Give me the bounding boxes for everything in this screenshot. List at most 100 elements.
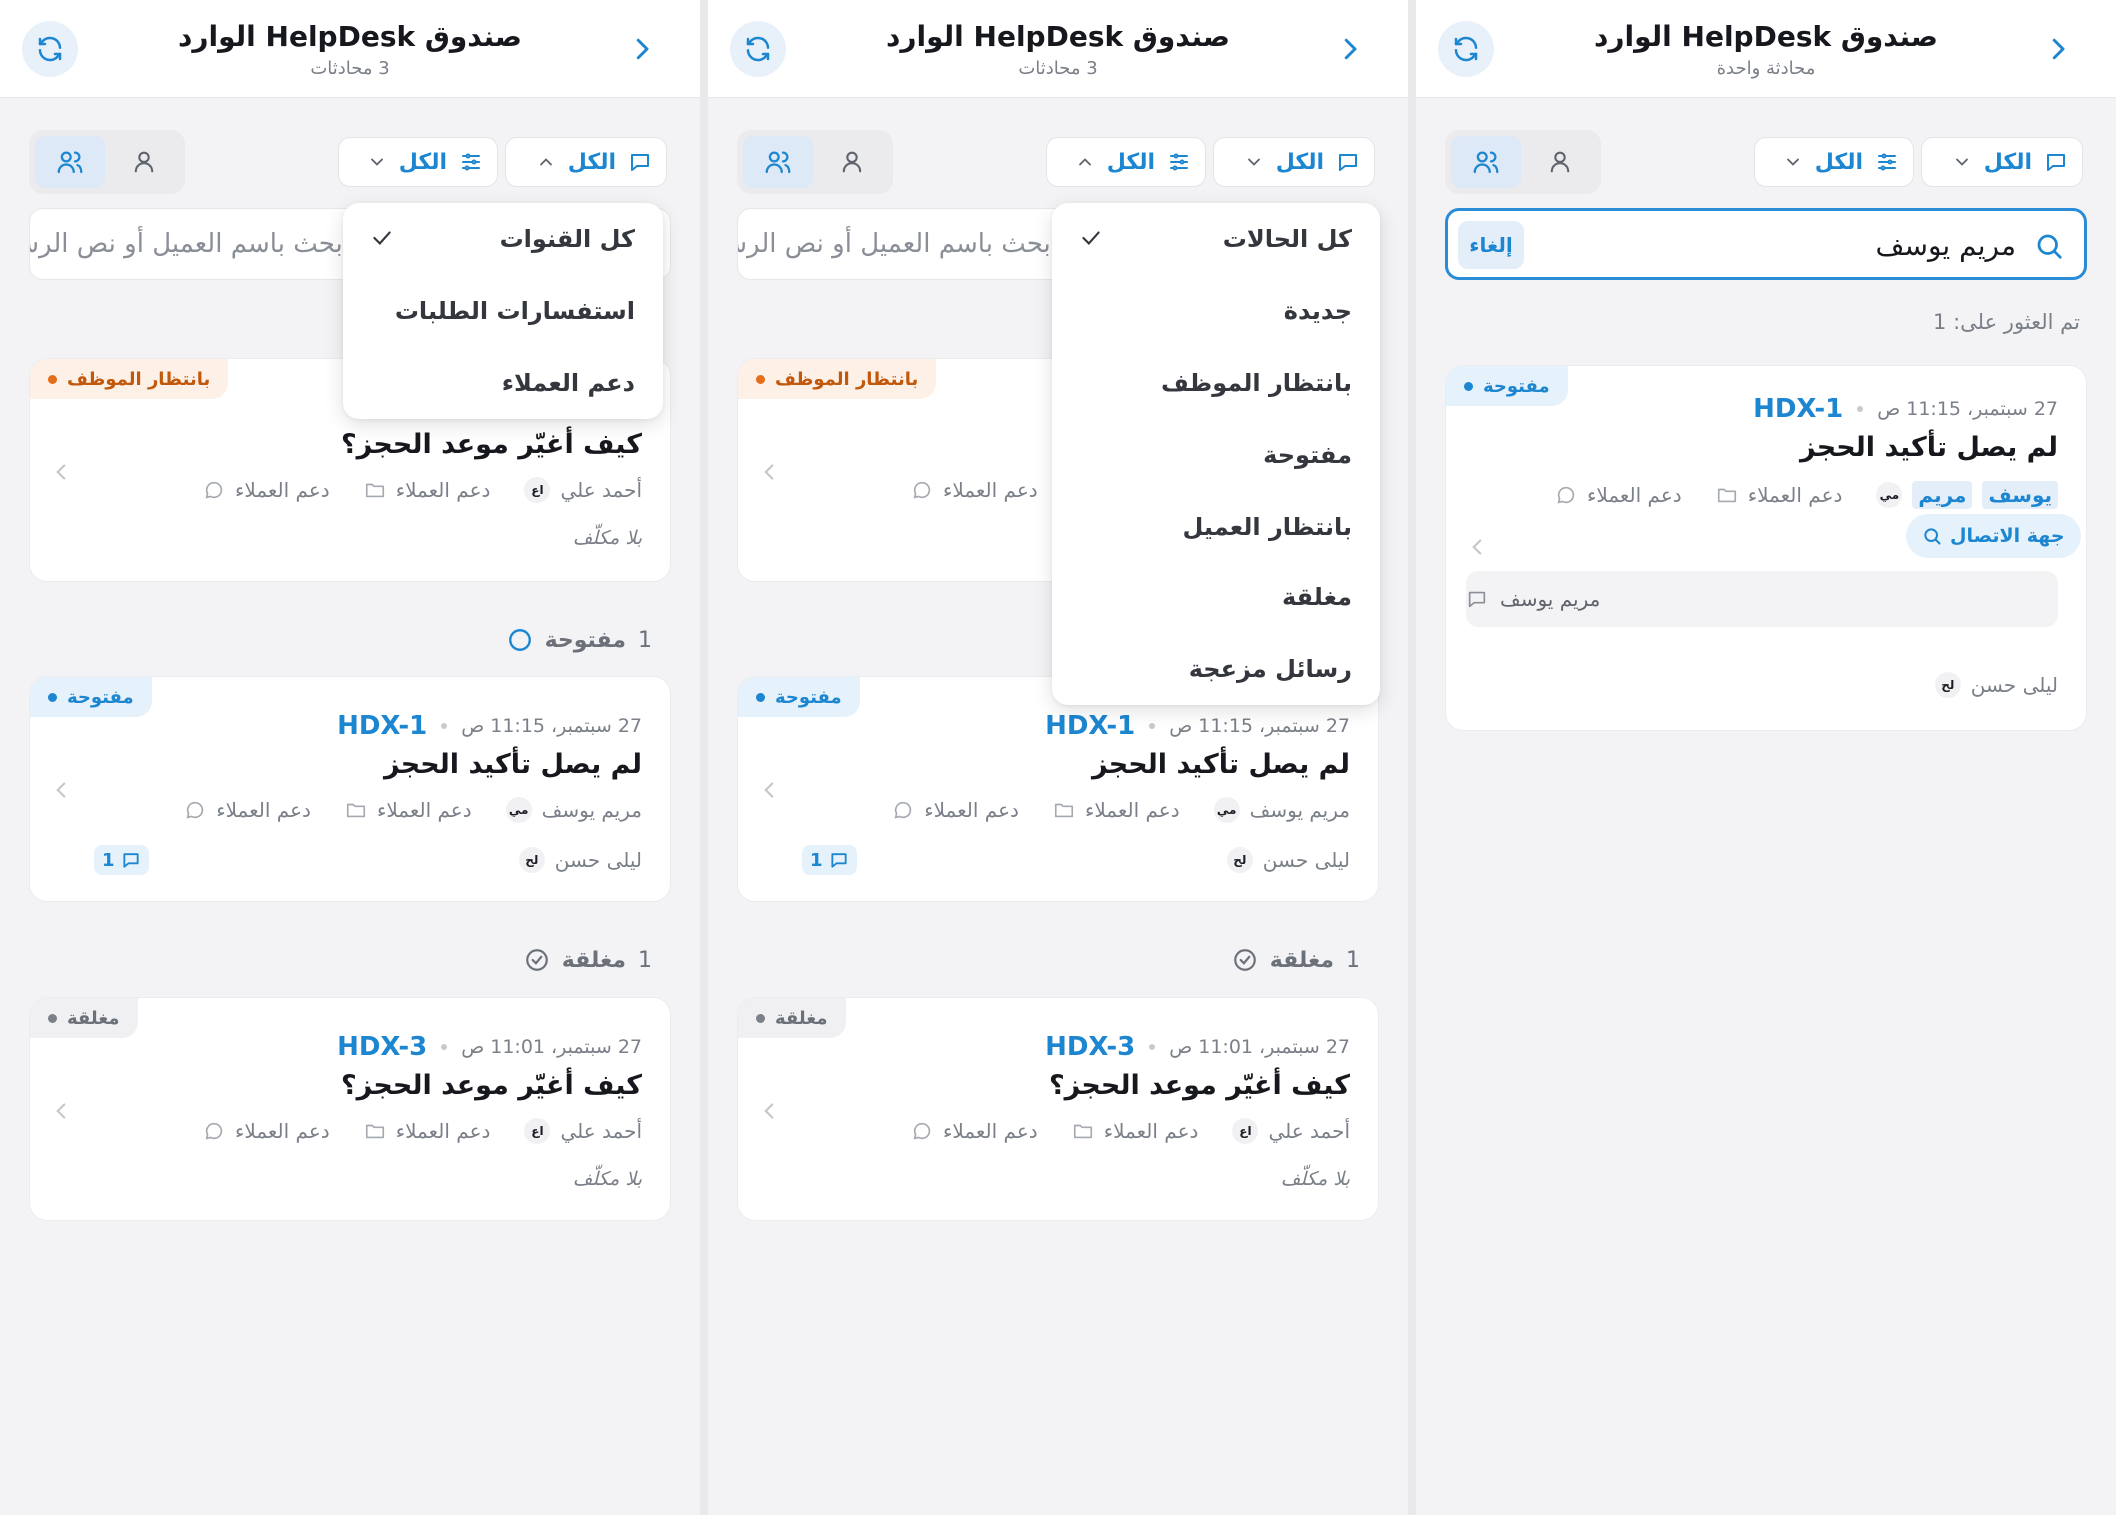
chip-label: الكل	[1814, 149, 1863, 175]
ticket-team: دعم العملاء	[395, 478, 491, 502]
scope-mine[interactable]	[1525, 136, 1595, 188]
assignee-scope-toggle	[1445, 130, 1601, 194]
menu-item-spam[interactable]: رسائل مزعجة	[1052, 633, 1380, 705]
page-title: صندوق HelpDesk الوارد	[1594, 20, 1938, 53]
status-badge: مفتوحة	[738, 677, 860, 717]
ticket-customer: أحمد علي	[560, 478, 642, 502]
menu-item-customer-support[interactable]: دعم العملاء	[343, 347, 663, 419]
status-filter-chip[interactable]: الكل	[1754, 137, 1914, 187]
menu-item-closed[interactable]: مغلقة	[1052, 561, 1380, 633]
conversation-count: 3 محادثات	[310, 58, 390, 79]
ticket-assignee: بلا مكلّف	[1280, 1168, 1350, 1190]
avatar: اع	[1232, 1118, 1259, 1144]
ticket-card[interactable]: مفتوحة HDX-1 27 سبتمبر، 11:15 ص لم يصل ت…	[1445, 365, 2087, 731]
ticket-title: كيف أغيّر موعد الحجز؟	[340, 1070, 642, 1101]
menu-item-new[interactable]: جديدة	[1052, 275, 1380, 347]
channel-filter-chip[interactable]: الكل	[505, 137, 667, 187]
avatar: لح	[1226, 847, 1253, 873]
ticket-card[interactable]: مغلقة HDX-3 27 سبتمبر، 11:01 ص كيف أغيّر…	[737, 997, 1379, 1221]
folder-icon	[1054, 803, 1074, 818]
group-header-closed: مغلقة 1	[1232, 947, 1378, 973]
assignee-scope-toggle	[737, 130, 893, 194]
chevron-up-icon	[539, 158, 552, 166]
inbox-panel-status-filter: صندوق HelpDesk الوارد 3 محادثات الكل الك…	[708, 0, 1408, 1515]
avatar: مي	[505, 797, 532, 823]
chevron-down-icon	[1247, 158, 1260, 166]
chip-label: الكل	[1275, 149, 1324, 175]
refresh-button[interactable]	[730, 21, 786, 77]
channel-dropdown-menu: كل القنوات استفسارات الطلبات دعم العملاء	[343, 203, 663, 419]
assignee-scope-toggle	[29, 130, 185, 194]
page-title: صندوق HelpDesk الوارد	[178, 20, 522, 53]
refresh-icon	[746, 36, 770, 62]
menu-item-all-statuses[interactable]: كل الحالات	[1052, 203, 1380, 275]
inbox-panel-search: صندوق HelpDesk الوارد محادثة واحدة الكل …	[1416, 0, 2116, 1515]
status-filter-chip[interactable]: الكل	[338, 137, 498, 187]
scope-mine[interactable]	[817, 136, 887, 188]
channel-filter-chip[interactable]: الكل	[1213, 137, 1375, 187]
chat-bubble-icon	[205, 481, 223, 499]
cancel-search-button[interactable]: إلغاء	[1458, 221, 1524, 269]
chevron-up-icon	[1078, 158, 1091, 166]
chat-bubble-icon	[186, 801, 204, 819]
back-button[interactable]	[2040, 31, 2076, 67]
check-circle-icon	[1233, 949, 1256, 971]
ticket-card[interactable]: مغلقة HDX-3 27 سبتمبر، 11:01 ص كيف أغيّر…	[29, 997, 671, 1221]
user-icon	[134, 151, 154, 173]
ticket-assignee: لح ليلى حسن	[1226, 847, 1350, 873]
menu-item-all-channels[interactable]: كل القنوات	[343, 203, 663, 275]
users-icon	[1473, 151, 1499, 174]
ticket-card[interactable]: مفتوحة HDX-1 27 سبتمبر، 11:15 ص لم يصل ت…	[29, 676, 671, 902]
app-header: صندوق HelpDesk الوارد محادثة واحدة	[1416, 0, 2116, 98]
search-input[interactable]: مريم يوسف إلغاء	[1445, 208, 2087, 280]
menu-item-waiting-agent[interactable]: بانتظار الموظف	[1052, 347, 1380, 419]
status-filter-chip[interactable]: الكل	[1046, 137, 1206, 187]
chip-label: الكل	[398, 149, 447, 175]
channel-filter-chip[interactable]: الكل	[1921, 137, 2083, 187]
search-icon	[1924, 528, 1941, 545]
chevron-left-icon	[764, 782, 774, 798]
back-button[interactable]	[1332, 31, 1368, 67]
chevron-left-icon	[764, 464, 774, 480]
refresh-button[interactable]	[22, 21, 78, 77]
ticket-title: كيف أغيّر موعد الحجز؟	[1048, 1070, 1350, 1101]
chevron-right-icon	[636, 38, 649, 60]
ticket-title: كيف أغيّر موعد الحجز؟	[340, 429, 642, 460]
chevron-right-icon	[1344, 38, 1357, 60]
menu-item-waiting-customer[interactable]: بانتظار العميل	[1052, 491, 1380, 563]
avatar: مي	[1876, 482, 1903, 508]
highlight-match: مريم	[1912, 481, 1973, 509]
status-badge: مفتوحة	[30, 677, 152, 717]
avatar: اع	[524, 477, 551, 503]
message-icon	[1468, 591, 1486, 608]
ticket-info: دعم العملاء دعم العملاء اع أحمد علي	[911, 1118, 1350, 1144]
app-header: صندوق HelpDesk الوارد 3 محادثات	[708, 0, 1408, 98]
menu-item-order-inquiries[interactable]: استفسارات الطلبات	[343, 275, 663, 347]
scope-mine[interactable]	[109, 136, 179, 188]
status-badge: بانتظار الموظف	[30, 359, 229, 399]
menu-item-open[interactable]: مفتوحة	[1052, 419, 1380, 491]
scope-all-team[interactable]	[743, 136, 813, 188]
ticket-assignee: بلا مكلّف	[572, 527, 642, 549]
refresh-button[interactable]	[1438, 21, 1494, 77]
ticket-card[interactable]: مفتوحة HDX-1 27 سبتمبر، 11:15 ص لم يصل ت…	[737, 676, 1379, 902]
check-circle-icon	[525, 949, 548, 971]
avatar: مي	[1213, 797, 1240, 823]
message-icon	[122, 853, 139, 868]
ticket-assignee: بلا مكلّف	[572, 1168, 642, 1190]
ticket-info: دعم العملاء دعم العملاء مي مريم يوسف	[1555, 481, 2058, 509]
ticket-assignee: لح ليلى حسن	[1934, 672, 2058, 698]
user-icon	[842, 151, 862, 173]
folder-icon	[1073, 1124, 1092, 1139]
chevron-down-icon	[1955, 158, 1968, 166]
back-button[interactable]	[624, 31, 660, 67]
ticket-assignee: لح ليلى حسن	[518, 847, 642, 873]
scope-all-team[interactable]	[35, 136, 105, 188]
group-header-open: مفتوحة 1	[507, 627, 670, 653]
results-count: تم العثور على: 1	[1933, 310, 2080, 334]
scope-all-team[interactable]	[1451, 136, 1521, 188]
status-badge: مغلقة	[738, 998, 846, 1038]
chevron-right-icon	[2052, 38, 2065, 60]
ticket-title: لم يصل تأكيد الحجز	[1799, 432, 2058, 463]
app-header: صندوق HelpDesk الوارد 3 محادثات	[0, 0, 700, 98]
